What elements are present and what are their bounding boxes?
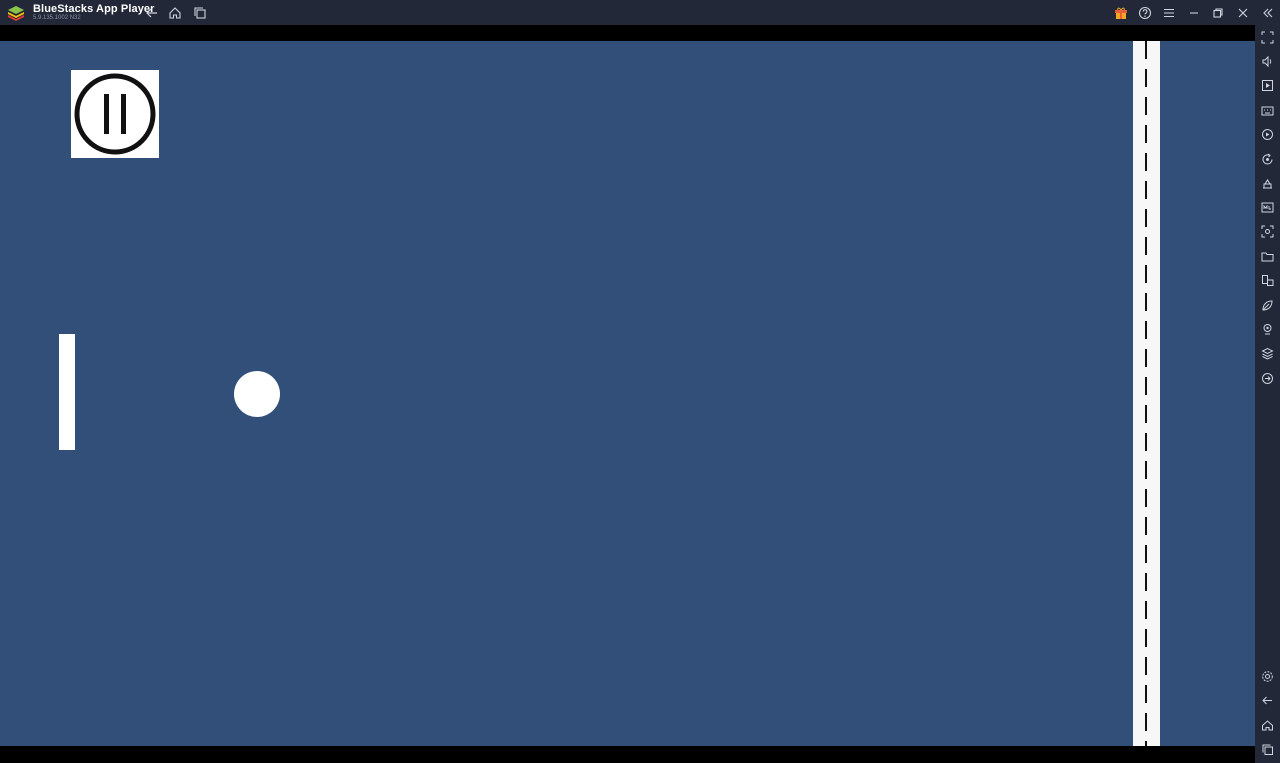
right-wall (1133, 41, 1160, 746)
media-icon[interactable] (1259, 77, 1276, 94)
bluestacks-sidebar (1255, 25, 1280, 763)
ball (234, 371, 280, 417)
player-paddle[interactable] (59, 334, 75, 450)
location-icon[interactable] (1259, 321, 1276, 338)
volume-icon[interactable] (1259, 53, 1276, 70)
install-apk-icon[interactable] (1259, 175, 1276, 192)
record-icon[interactable] (1259, 126, 1276, 143)
recent-apps-icon[interactable] (191, 4, 208, 21)
window-titlebar: BlueStacks App Player 5.9.135.1002 N32 (0, 0, 1280, 25)
macro-icon[interactable] (1259, 199, 1276, 216)
recent-apps-icon[interactable] (1259, 741, 1276, 758)
folder-icon[interactable] (1259, 248, 1276, 265)
restore-icon[interactable] (1209, 4, 1226, 21)
home-icon[interactable] (166, 4, 183, 21)
menu-icon[interactable] (1160, 4, 1177, 21)
rotate-icon[interactable] (1259, 151, 1276, 168)
collapse-sidebar-icon[interactable] (1259, 4, 1276, 21)
minimize-icon[interactable] (1185, 4, 1202, 21)
help-icon[interactable] (1136, 4, 1153, 21)
close-icon[interactable] (1234, 4, 1251, 21)
home-icon[interactable] (1259, 717, 1276, 734)
app-version: 5.9.135.1002 N32 (33, 15, 81, 21)
pause-icon (74, 73, 156, 155)
game-canvas[interactable] (0, 41, 1255, 746)
sync-icon[interactable] (1259, 370, 1276, 387)
pause-button[interactable] (71, 70, 159, 158)
multi-instance-icon[interactable] (1259, 272, 1276, 289)
fullscreen-icon[interactable] (1259, 29, 1276, 46)
back-icon[interactable] (143, 4, 160, 21)
keyboard-controls-icon[interactable] (1259, 102, 1276, 119)
gift-icon[interactable] (1112, 4, 1129, 21)
settings-icon[interactable] (1259, 668, 1276, 685)
eco-mode-icon[interactable] (1259, 297, 1276, 314)
layers-icon[interactable] (1259, 345, 1276, 362)
screenshot-icon[interactable] (1259, 223, 1276, 240)
bluestacks-logo-icon (7, 5, 25, 21)
letterbox-bottom (0, 746, 1255, 763)
app-title: BlueStacks App Player (33, 3, 155, 15)
back-icon[interactable] (1259, 692, 1276, 709)
letterbox-top (0, 25, 1255, 41)
